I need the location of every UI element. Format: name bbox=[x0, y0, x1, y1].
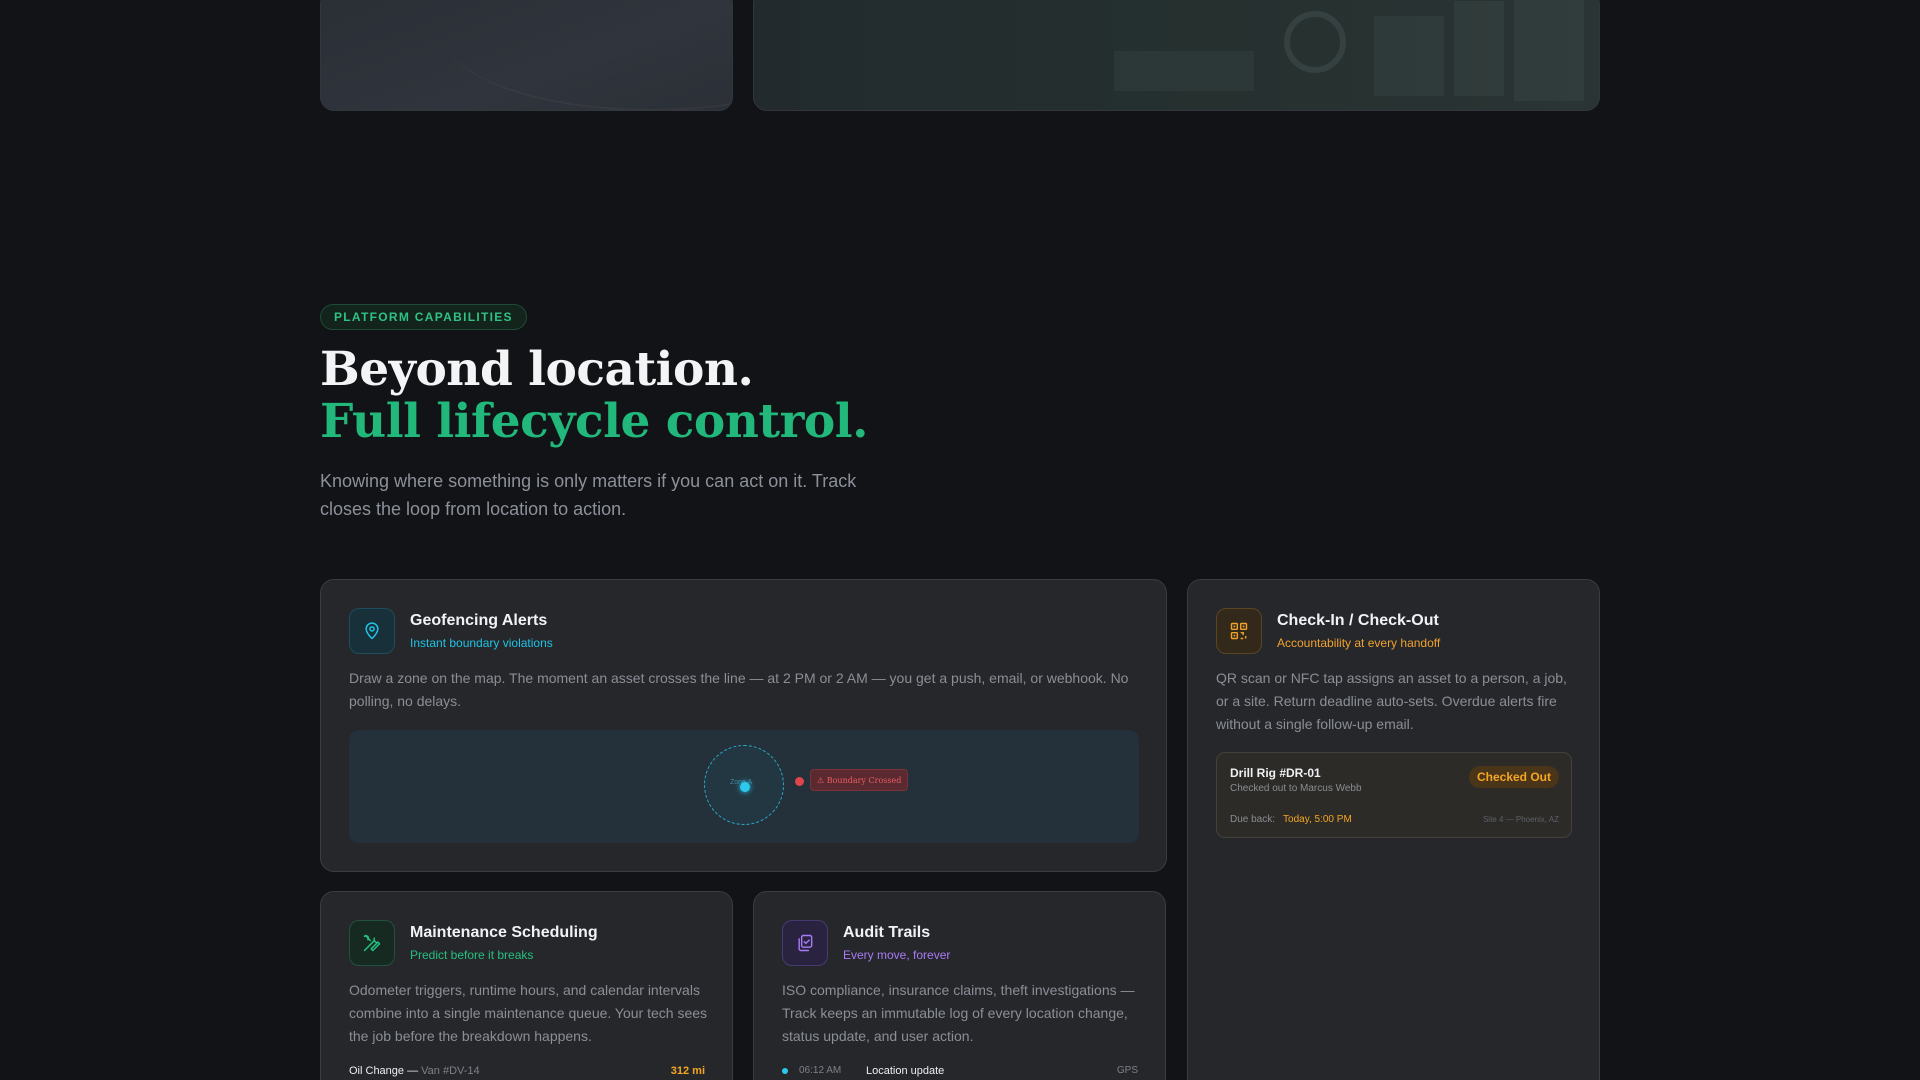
checkout-ticket: Drill Rig #DR-01 Checked out to Marcus W… bbox=[1216, 752, 1572, 838]
qr-code-icon bbox=[1216, 608, 1262, 654]
audit-title: Audit Trails bbox=[843, 923, 931, 941]
audit-card: Audit Trails Every move, forever ISO com… bbox=[753, 891, 1166, 1080]
boundary-alert-badge: ⚠ Boundary Crossed bbox=[810, 769, 909, 791]
geofencing-card: Geofencing Alerts Instant boundary viola… bbox=[320, 579, 1167, 872]
maintenance-subtitle: Predict before it breaks bbox=[410, 947, 534, 962]
ticket-asset-name: Drill Rig #DR-01 bbox=[1230, 766, 1321, 780]
due-label: Due back: bbox=[1230, 814, 1276, 825]
headline-line-1: Beyond location. bbox=[320, 342, 754, 397]
wrench-screwdriver-icon bbox=[349, 920, 395, 966]
maintenance-miles: 312 mi bbox=[670, 1065, 705, 1077]
due-value: Today, 5:00 PM bbox=[1283, 814, 1352, 825]
headline-line-2: Full lifecycle control. bbox=[320, 394, 868, 449]
maintenance-description: Odometer triggers, runtime hours, and ca… bbox=[349, 982, 708, 1044]
audit-subtitle: Every move, forever bbox=[843, 947, 951, 962]
section-headline: Beyond location. Full lifecycle control. bbox=[320, 344, 868, 448]
log-time: 06:12 AM bbox=[799, 1065, 842, 1076]
status-badge: Checked Out bbox=[1468, 766, 1559, 788]
checkin-card: Check-In / Check-Out Accountability at e… bbox=[1187, 579, 1600, 1080]
maintenance-job-row: Oil Change — Van #DV-14 312 mi bbox=[349, 1065, 705, 1077]
audit-card-header: Audit Trails Every move, forever bbox=[782, 920, 950, 966]
checkin-subtitle: Accountability at every handoff bbox=[1277, 635, 1441, 650]
maintenance-vehicle: Van #DV-14 bbox=[421, 1065, 480, 1077]
section-badge: PLATFORM CAPABILITIES bbox=[320, 304, 527, 330]
asset-marker bbox=[740, 782, 750, 792]
alert-marker bbox=[795, 777, 804, 786]
ticket-due: Due back: Today, 5:00 PM bbox=[1230, 814, 1352, 825]
log-event: Location update bbox=[866, 1065, 945, 1077]
audit-description: ISO compliance, insurance claims, theft … bbox=[782, 982, 1135, 1044]
log-status-dot bbox=[782, 1068, 788, 1074]
geofencing-title: Geofencing Alerts bbox=[410, 611, 548, 629]
maintenance-card: Maintenance Scheduling Predict before it… bbox=[320, 891, 733, 1080]
page: PLATFORM CAPABILITIES Beyond location. F… bbox=[0, 0, 1920, 1080]
checkin-description: QR scan or NFC tap assigns an asset to a… bbox=[1216, 670, 1567, 732]
geofencing-card-header: Geofencing Alerts Instant boundary viola… bbox=[349, 608, 553, 654]
previous-card-image-left bbox=[320, 0, 733, 111]
maintenance-title: Maintenance Scheduling bbox=[410, 923, 598, 941]
checkin-title: Check-In / Check-Out bbox=[1277, 611, 1439, 629]
checkin-card-header: Check-In / Check-Out Accountability at e… bbox=[1216, 608, 1440, 654]
log-source: GPS bbox=[1116, 1065, 1138, 1076]
maintenance-card-header: Maintenance Scheduling Predict before it… bbox=[349, 920, 598, 966]
ticket-site: Site 4 — Phoenix, AZ bbox=[1482, 815, 1559, 824]
previous-card-image-right bbox=[753, 0, 1600, 111]
map-pin-icon bbox=[349, 608, 395, 654]
maintenance-job: Oil Change — bbox=[349, 1065, 419, 1077]
geofence-map-preview: Zone A ⚠ Boundary Crossed bbox=[349, 730, 1139, 843]
geofencing-description: Draw a zone on the map. The moment an as… bbox=[349, 670, 1129, 709]
section-intro: Knowing where something is only matters … bbox=[320, 471, 857, 519]
geofencing-subtitle: Instant boundary violations bbox=[410, 635, 553, 650]
ticket-assignee: Checked out to Marcus Webb bbox=[1230, 783, 1362, 794]
clipboard-check-icon bbox=[782, 920, 828, 966]
